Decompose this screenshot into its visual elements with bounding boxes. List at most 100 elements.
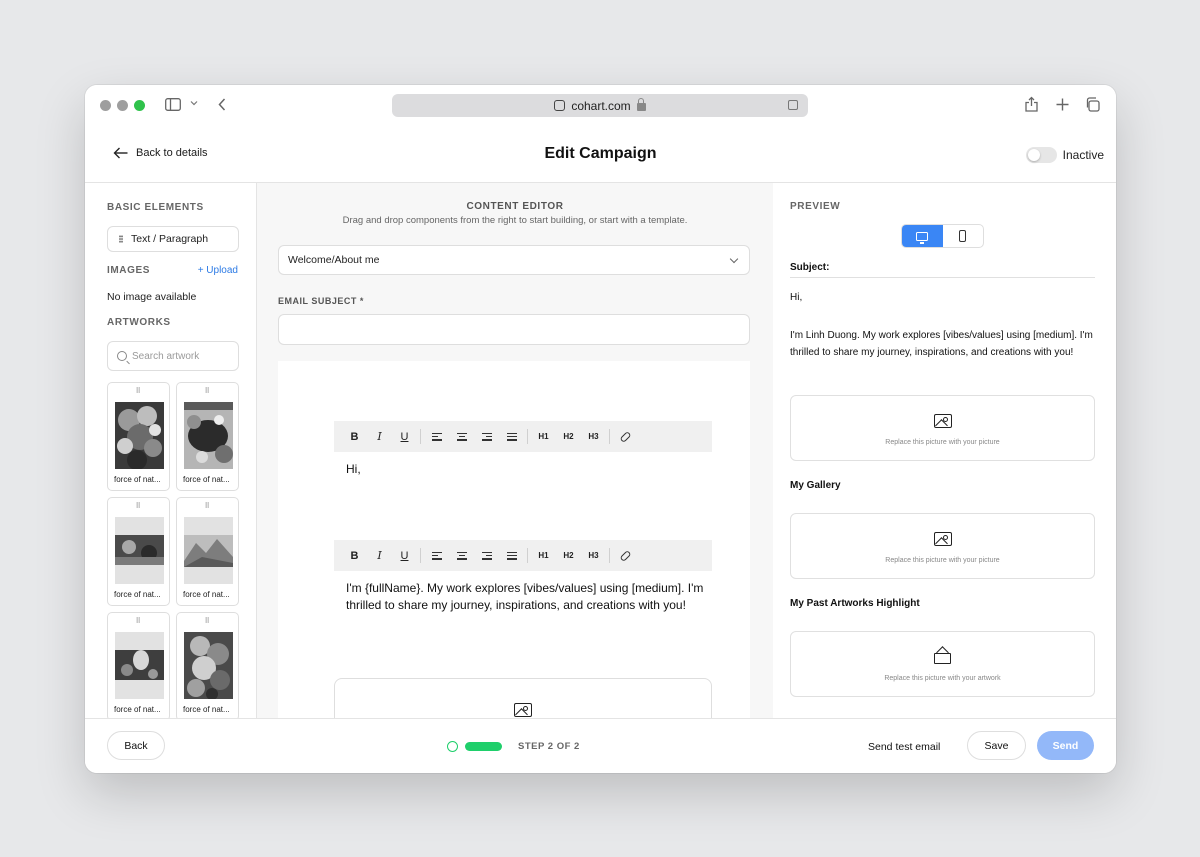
image-block[interactable]: [334, 678, 712, 719]
share-icon[interactable]: [1025, 96, 1038, 112]
zoom-window-button[interactable]: [134, 100, 145, 111]
desktop-view-button[interactable]: [902, 225, 943, 247]
preview-panel: PREVIEW Subject: Hi, I'm Linh Duong. My …: [773, 183, 1116, 719]
chevron-down-icon[interactable]: [190, 99, 198, 107]
artwork-caption: force of nat...: [114, 475, 161, 484]
heading-3-button[interactable]: H3: [581, 546, 606, 566]
mobile-view-button[interactable]: [943, 225, 984, 247]
artwork-thumbnail: [184, 632, 233, 699]
send-test-email-button[interactable]: Send test email: [868, 741, 940, 753]
greeting-text-block[interactable]: Hi,: [346, 461, 706, 478]
align-left-button[interactable]: [424, 546, 449, 566]
align-left-icon: [431, 551, 442, 560]
upload-button[interactable]: + Upload: [198, 265, 238, 276]
send-button[interactable]: Send: [1037, 731, 1094, 760]
align-left-icon: [431, 432, 442, 441]
artwork-card[interactable]: ⠿ force of nat...: [107, 382, 170, 491]
artwork-caption: force of nat...: [114, 590, 161, 599]
align-left-button[interactable]: [424, 427, 449, 447]
toggle-knob: [1027, 149, 1040, 161]
new-tab-icon[interactable]: [1056, 98, 1069, 111]
drag-handle-icon: ⠿: [204, 388, 211, 395]
artwork-card[interactable]: ⠿ force of nat...: [107, 497, 170, 606]
heading-2-button[interactable]: H2: [556, 546, 581, 566]
heading-1-button[interactable]: H1: [531, 546, 556, 566]
italic-button[interactable]: I: [367, 427, 392, 447]
align-right-button[interactable]: [474, 427, 499, 447]
link-icon: [619, 549, 632, 562]
preview-picture-placeholder: Replace this picture with your picture: [790, 395, 1095, 461]
artwork-thumbnail: [115, 517, 164, 584]
gallery-heading: My Gallery: [790, 480, 841, 491]
underline-button[interactable]: U: [392, 546, 417, 566]
heading-2-button[interactable]: H2: [556, 427, 581, 447]
align-justify-icon: [506, 551, 517, 560]
image-icon: [514, 703, 532, 717]
intro-text-block[interactable]: I'm {fullName}. My work explores [vibes/…: [346, 580, 706, 613]
artwork-card[interactable]: ⠿ force of nat...: [176, 497, 239, 606]
images-title: IMAGES: [107, 265, 151, 276]
align-center-button[interactable]: [449, 546, 474, 566]
artwork-grid: ⠿ force of nat... ⠿ force of nat... ⠿ fo…: [107, 382, 240, 719]
artwork-card[interactable]: ⠿ force of nat...: [176, 382, 239, 491]
artwork-card[interactable]: ⠿ force of nat...: [176, 612, 239, 719]
frame-icon: [934, 653, 951, 664]
save-button[interactable]: Save: [967, 731, 1026, 760]
artwork-caption: force of nat...: [183, 590, 230, 599]
url-text: cohart.com: [571, 98, 631, 113]
sidebar-toggle-icon[interactable]: [165, 98, 181, 111]
tab-overview-icon[interactable]: [1085, 97, 1100, 112]
email-subject-label: EMAIL SUBJECT *: [278, 296, 364, 306]
elements-panel: BASIC ELEMENTS Text / Paragraph IMAGES +…: [85, 183, 257, 719]
step-1-indicator: [447, 741, 458, 752]
app-header: Back to details Edit Campaign Inactive: [85, 127, 1116, 183]
back-button[interactable]: Back: [107, 731, 165, 760]
basic-elements-title: BASIC ELEMENTS: [107, 202, 204, 213]
phone-icon: [959, 230, 967, 242]
heading-3-button[interactable]: H3: [581, 427, 606, 447]
align-right-icon: [481, 432, 492, 441]
insert-link-button[interactable]: [613, 427, 638, 447]
status-label: Inactive: [1062, 148, 1104, 162]
artworks-title: ARTWORKS: [107, 317, 171, 328]
email-subject-input[interactable]: [278, 314, 750, 345]
address-bar[interactable]: cohart.com: [392, 94, 808, 117]
underline-button[interactable]: U: [392, 427, 417, 447]
align-justify-button[interactable]: [499, 427, 524, 447]
artwork-caption: force of nat...: [114, 705, 161, 714]
bold-button[interactable]: B: [342, 427, 367, 447]
insert-link-button[interactable]: [613, 546, 638, 566]
template-select[interactable]: Welcome/About me: [278, 245, 750, 275]
align-center-button[interactable]: [449, 427, 474, 447]
preview-artwork-placeholder: Replace this picture with your artwork: [790, 631, 1095, 697]
picture-placeholder-caption: Replace this picture with your picture: [885, 439, 1000, 446]
search-artwork-input[interactable]: Search artwork: [107, 341, 239, 371]
content-editor-title: CONTENT EDITOR: [466, 201, 564, 212]
window-controls: [100, 100, 145, 111]
italic-button[interactable]: I: [367, 546, 392, 566]
heading-1-button[interactable]: H1: [531, 427, 556, 447]
active-toggle[interactable]: [1025, 147, 1057, 163]
browser-toolbar: cohart.com: [85, 85, 1116, 127]
toolbar-divider: [609, 548, 610, 563]
step-2-indicator: [465, 742, 502, 751]
bold-button[interactable]: B: [342, 546, 367, 566]
align-right-button[interactable]: [474, 546, 499, 566]
artwork-thumbnail: [184, 402, 233, 469]
align-right-icon: [481, 551, 492, 560]
reader-icon[interactable]: [788, 100, 798, 110]
toolbar-divider: [609, 429, 610, 444]
artwork-card[interactable]: ⠿ force of nat...: [107, 612, 170, 719]
browser-back-icon[interactable]: [218, 98, 226, 111]
close-window-button[interactable]: [100, 100, 111, 111]
device-switcher: [901, 224, 984, 248]
text-paragraph-element[interactable]: Text / Paragraph: [107, 226, 239, 252]
toolbar-divider: [527, 429, 528, 444]
artwork-caption: force of nat...: [183, 475, 230, 484]
artwork-placeholder-caption: Replace this picture with your artwork: [884, 675, 1001, 682]
minimize-window-button[interactable]: [117, 100, 128, 111]
align-justify-button[interactable]: [499, 546, 524, 566]
artwork-thumbnail: [184, 517, 233, 584]
drag-handle-icon: ⠿: [135, 388, 142, 395]
artwork-thumbnail: [115, 632, 164, 699]
